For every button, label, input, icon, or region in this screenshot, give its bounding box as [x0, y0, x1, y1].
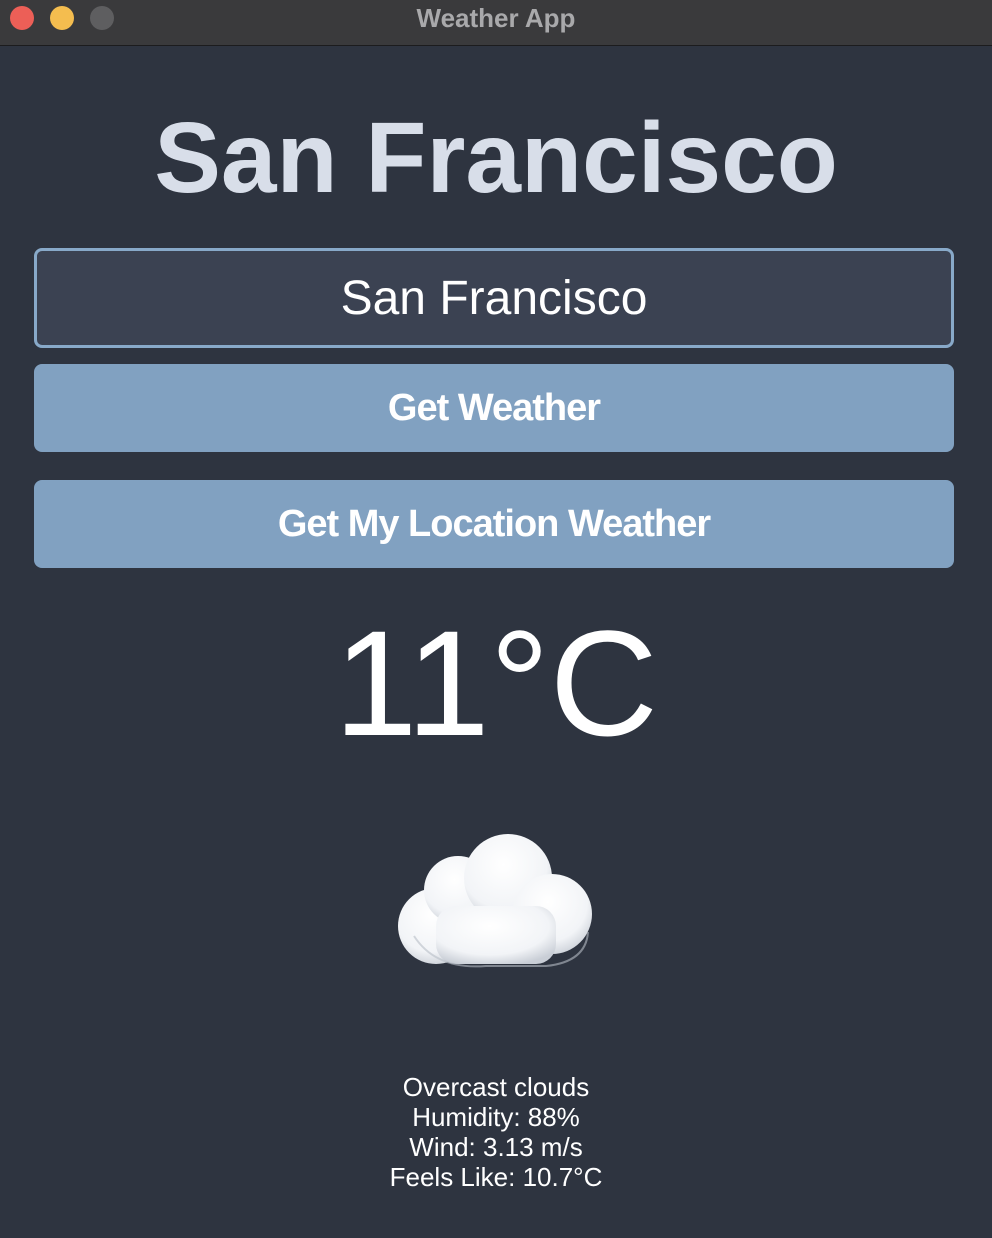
weather-details: Overcast clouds Humidity: 88% Wind: 3.13… — [0, 1072, 992, 1192]
get-my-location-weather-button[interactable]: Get My Location Weather — [34, 480, 954, 568]
feels-like-text: Feels Like: 10.7°C — [389, 1162, 603, 1192]
city-heading: San Francisco — [154, 102, 838, 214]
get-weather-button[interactable]: Get Weather — [34, 364, 954, 452]
title-bar: Weather App — [0, 0, 992, 46]
cloud-icon — [396, 832, 596, 972]
wind-text: Wind: 3.13 m/s — [409, 1132, 583, 1162]
window-title: Weather App — [416, 3, 576, 33]
temperature-display: 11°C — [333, 599, 659, 767]
city-search-input[interactable] — [34, 248, 954, 348]
weather-description: Overcast clouds — [402, 1072, 590, 1102]
app-window: Weather App San Francisco Get Weather Ge… — [0, 0, 992, 1238]
humidity-text: Humidity: 88% — [412, 1102, 580, 1132]
